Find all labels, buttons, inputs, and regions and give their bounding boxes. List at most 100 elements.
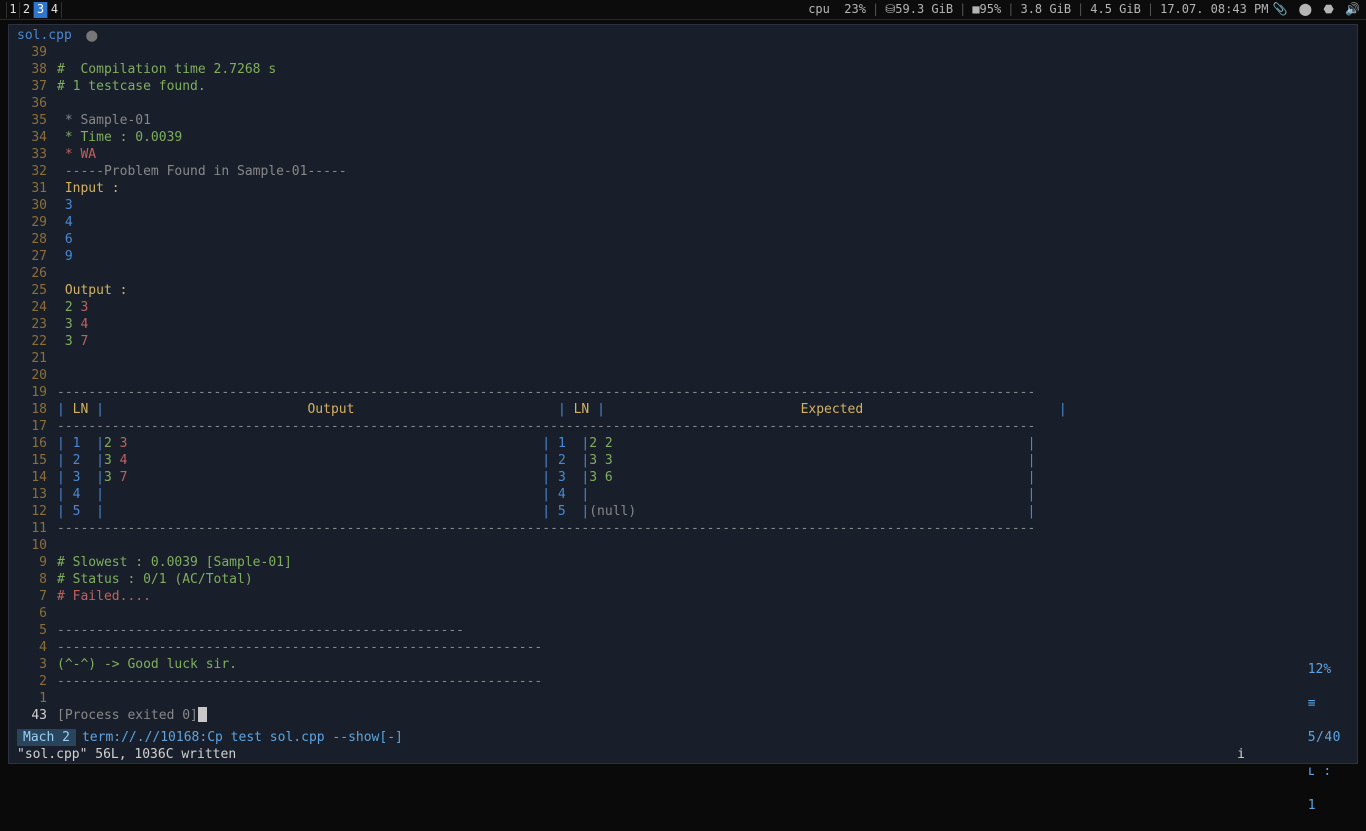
wifi-icon[interactable]: ⬤ (1299, 2, 1312, 16)
line-content (57, 605, 1349, 622)
terminal-window: sol.cpp ⬤ 3 9 38# Compilation time 2.7268 … (8, 24, 1358, 764)
line-number: 13 (17, 486, 57, 503)
line-number: 33 (17, 146, 57, 163)
line-number: 24 (17, 299, 57, 316)
editor-line: 13| 4 | | 4 | | (17, 486, 1349, 503)
line-number: 32 (17, 163, 57, 180)
buffer-tab[interactable]: sol.cpp ⬤ (9, 25, 1357, 44)
cursor (198, 707, 207, 722)
system-topbar: 1234 cpu 23% | ⛁ 59.3 GiB | ■ 95% | 3.8 … (0, 0, 1366, 20)
line-content: ----------------------------------------… (57, 520, 1349, 537)
line-content: | 1 |2 3 | 1 |2 2 | (57, 435, 1349, 452)
ram-indicator-2: 4.5 GiB (1090, 1, 1141, 18)
editor-line: 31 Input : (17, 180, 1349, 197)
editor-line: 5---------------------------------------… (17, 622, 1349, 639)
line-content: 3 (57, 197, 1349, 214)
line-content (57, 537, 1349, 554)
line-number: 9 (17, 554, 57, 571)
line-number: 25 (17, 282, 57, 299)
line-number: 36 (17, 95, 57, 112)
line-content: [Process exited 0] (57, 707, 1349, 724)
buffer-filename: sol.cpp (17, 28, 72, 43)
editor-line: 22 3 7 (17, 333, 1349, 350)
line-number: 15 (17, 452, 57, 469)
line-number: 34 (17, 129, 57, 146)
line-content: ----------------------------------------… (57, 673, 1349, 690)
line-content: 3 7 (57, 333, 1349, 350)
line-number: 35 (17, 112, 57, 129)
editor-line: 35 * Sample-01 (17, 112, 1349, 129)
attach-icon[interactable]: 📎 (1272, 2, 1287, 16)
line-number: 4 (17, 639, 57, 656)
line-content: Input : (57, 180, 1349, 197)
line-number: 12 (17, 503, 57, 520)
editor-line: 7# Failed.... (17, 588, 1349, 605)
editor-line: 30 3 (17, 197, 1349, 214)
line-number: 8 (17, 571, 57, 588)
status-path: term://.//10168:Cp test sol.cpp --show[-… (82, 729, 1261, 746)
status-col-label: ʟ : (1308, 764, 1331, 779)
editor-line: 12| 5 | | 5 |(null) | (17, 503, 1349, 520)
line-number: 20 (17, 367, 57, 384)
editor-line: 16| 1 |2 3 | 1 |2 2 | (17, 435, 1349, 452)
line-number: 31 (17, 180, 57, 197)
line-content: Output : (57, 282, 1349, 299)
battery-icon: ■ (972, 1, 979, 18)
editor-line: 6 (17, 605, 1349, 622)
editor-line: 2---------------------------------------… (17, 673, 1349, 690)
editor-line: 19--------------------------------------… (17, 384, 1349, 401)
line-number: 29 (17, 214, 57, 231)
shield-icon[interactable]: ⬣ (1323, 2, 1333, 16)
workspace-4[interactable]: 4 (48, 2, 62, 18)
volume-icon[interactable]: 🔊 (1345, 2, 1360, 16)
separator: | (1007, 1, 1014, 18)
editor-line: 21 (17, 350, 1349, 367)
line-content (57, 95, 1349, 112)
ram-indicator-1: 3.8 GiB (1020, 1, 1071, 18)
separator: | (1077, 1, 1084, 18)
status-percent: 12% (1308, 662, 1331, 677)
line-number: 38 (17, 61, 57, 78)
editor-line: 9# Slowest : 0.0039 [Sample-01] (17, 554, 1349, 571)
line-number: 19 (17, 384, 57, 401)
tray-icons: 📎 ⬤ ⬣ 🔊 (1268, 1, 1360, 18)
message-right: i (1237, 746, 1349, 763)
clock-indicator: 17.07. 08:43 PM (1160, 1, 1268, 18)
editor-line: 14| 3 |3 7 | 3 |3 6 | (17, 469, 1349, 486)
editor-line: 27 9 (17, 248, 1349, 265)
line-content: | 4 | | 4 | | (57, 486, 1349, 503)
line-content: * Sample-01 (57, 112, 1349, 129)
line-number: 5 (17, 622, 57, 639)
workspace-1[interactable]: 1 (6, 2, 20, 18)
editor-line: 34 * Time : 0.0039 (17, 129, 1349, 146)
editor-line: 33 * WA (17, 146, 1349, 163)
editor-line: 18| LN | Output | LN | Expected | (17, 401, 1349, 418)
workspace-2[interactable]: 2 (20, 2, 34, 18)
editor-line: 3(^-^) -> Good luck sir. (17, 656, 1349, 673)
editor-line: 32 -----Problem Found in Sample-01----- (17, 163, 1349, 180)
line-content: 4 (57, 214, 1349, 231)
editor-line: 20 (17, 367, 1349, 384)
line-content: # Slowest : 0.0039 [Sample-01] (57, 554, 1349, 571)
editor-area[interactable]: 3 9 38# Compilation time 2.7268 s37# 1 tes… (9, 44, 1357, 724)
editor-line: 37# 1 testcase found. (17, 78, 1349, 95)
editor-line: 29 4 (17, 214, 1349, 231)
disk-indicator: 59.3 GiB (895, 1, 953, 18)
line-number: 26 (17, 265, 57, 282)
editor-line: 8# Status : 0/1 (AC/Total) (17, 571, 1349, 588)
line-content: | 3 |3 7 | 3 |3 6 | (57, 469, 1349, 486)
workspace-3[interactable]: 3 (34, 2, 48, 18)
line-number: 37 (17, 78, 57, 95)
line-content: -----Problem Found in Sample-01----- (57, 163, 1349, 180)
editor-line: 26 (17, 265, 1349, 282)
editor-line: 4---------------------------------------… (17, 639, 1349, 656)
process-exit-line: 43[Process exited 0] (17, 707, 1349, 724)
editor-line: 38# Compilation time 2.7268 s (17, 61, 1349, 78)
line-number: 16 (17, 435, 57, 452)
line-number: 3 (17, 656, 57, 673)
editor-line: 25 Output : (17, 282, 1349, 299)
line-number: 1 (17, 690, 57, 707)
message-line: "sol.cpp" 56L, 1036C written i (9, 746, 1357, 763)
line-number: 43 (17, 707, 57, 724)
line-content: ----------------------------------------… (57, 622, 1349, 639)
